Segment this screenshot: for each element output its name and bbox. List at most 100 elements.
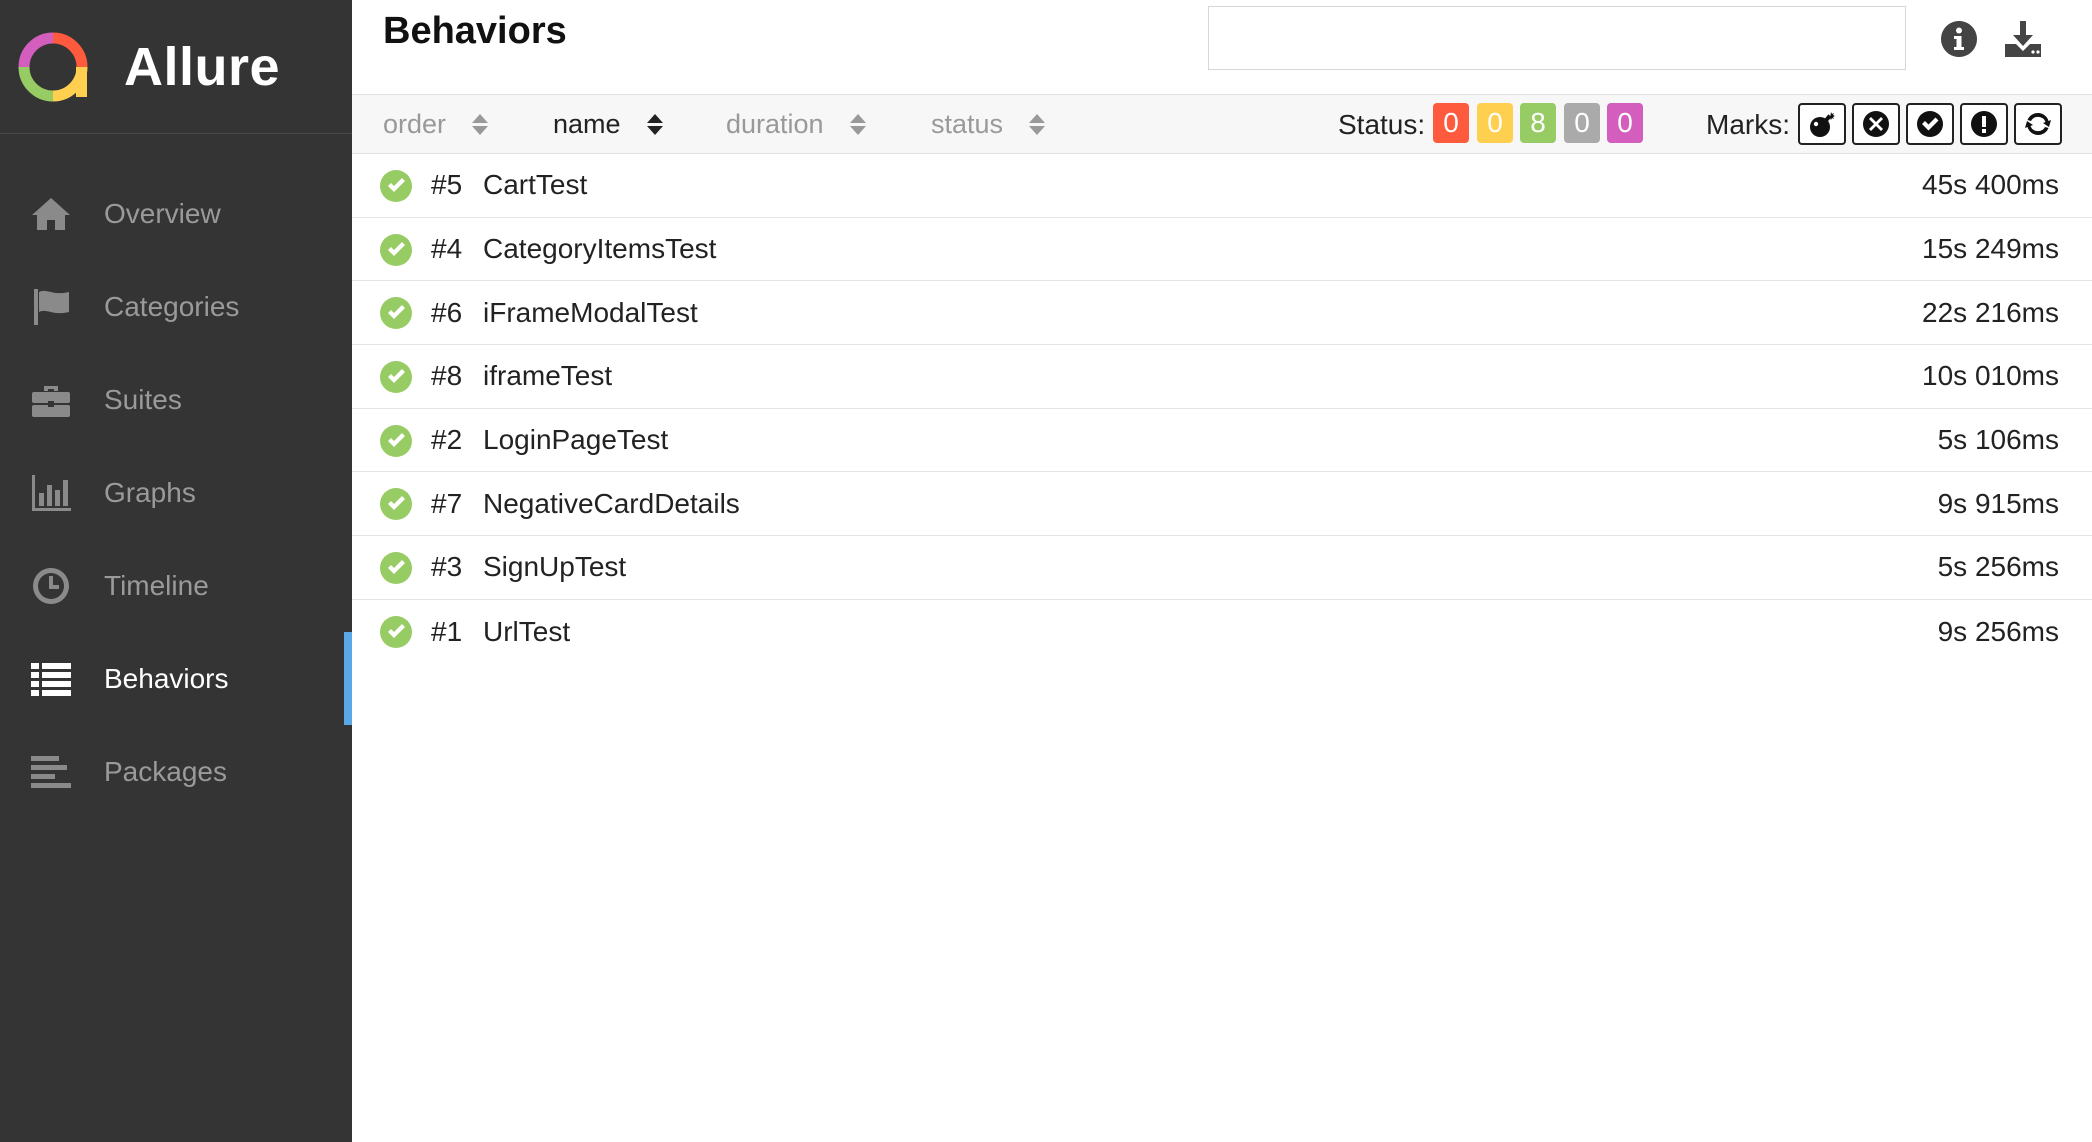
mark-new-broken-toggle[interactable] [1960,103,2008,145]
test-duration: 9s 256ms [1937,615,2059,647]
sidebar-item-label: Overview [104,197,221,229]
table-row[interactable]: #3 SignUpTest 5s 256ms [352,536,2092,600]
sort-icon [472,114,489,135]
test-order: #3 [431,551,463,583]
passed-check-icon [380,170,412,202]
table-row[interactable]: #8 iframeTest 10s 010ms [352,345,2092,409]
sidebar-item-categories[interactable]: Categories [0,260,352,353]
test-duration: 15s 249ms [1922,233,2059,265]
sort-status[interactable]: status [931,95,1046,154]
test-list: #5 CartTest 45s 400ms #4 CategoryItemsTe… [352,154,2092,664]
sort-order[interactable]: order [383,95,489,154]
test-order: #5 [431,169,463,201]
test-name: SignUpTest [483,551,627,583]
table-row[interactable]: #2 LoginPageTest 5s 106ms [352,409,2092,473]
status-passed-toggle[interactable]: 8 [1520,103,1556,143]
sidebar-item-label: Behaviors [104,662,229,694]
passed-check-icon [380,361,412,394]
status-broken-toggle[interactable]: 0 [1477,103,1513,143]
status-skipped-toggle[interactable]: 0 [1564,103,1600,143]
new-passed-icon [1917,111,1943,137]
download-button[interactable] [1998,14,2048,64]
status-failed-toggle[interactable]: 0 [1433,103,1469,143]
sidebar-item-overview[interactable]: Overview [0,167,352,260]
sort-label: order [383,109,447,139]
passed-check-icon [380,488,412,521]
sidebar-item-label: Categories [104,290,240,322]
test-name: NegativeCardDetails [483,487,740,519]
test-duration: 22s 216ms [1922,296,2059,328]
test-order: #8 [431,360,463,392]
sort-duration[interactable]: duration [726,95,866,154]
test-duration: 10s 010ms [1922,360,2059,392]
test-name: LoginPageTest [483,424,669,456]
retries-icon [2025,112,2051,136]
brand-name: Allure [124,36,281,97]
search-input[interactable] [1208,6,1906,70]
sidebar-item-label: Suites [104,383,182,415]
sort-name[interactable]: name [553,95,663,154]
test-duration: 5s 106ms [1937,424,2059,456]
sort-icon [1029,114,1046,135]
test-order: #4 [431,233,463,265]
home-icon [28,191,74,237]
table-row[interactable]: #7 NegativeCardDetails 9s 915ms [352,472,2092,537]
test-order: #2 [431,424,463,456]
status-filter-label: Status: [1338,108,1426,140]
passed-check-icon [380,424,412,457]
allure-logo-icon [18,32,88,101]
table-row[interactable]: #1 UrlTest 9s 256ms [352,600,2092,664]
passed-check-icon [380,615,412,648]
bar-chart-icon [28,470,74,516]
sidebar-nav: Overview Categories Suites Graphs Timeli… [0,167,352,818]
marks-filter-label: Marks: [1706,108,1790,140]
mark-retries-toggle[interactable] [2014,103,2062,145]
status-unknown-toggle[interactable]: 0 [1607,103,1643,143]
briefcase-icon [28,377,74,423]
sort-icon [849,114,866,135]
passed-check-icon [380,552,412,585]
sidebar-item-label: Graphs [104,476,196,508]
test-name: CategoryItemsTest [483,233,717,265]
sort-label: status [931,109,1004,139]
mark-flaky-toggle[interactable] [1798,103,1846,145]
test-name: UrlTest [483,615,571,647]
mark-new-failed-toggle[interactable] [1852,103,1900,145]
page-title: Behaviors [383,10,567,52]
test-name: iFrameModalTest [483,296,698,328]
sidebar-item-behaviors[interactable]: Behaviors [0,632,352,725]
test-order: #7 [431,487,463,519]
toolbar: order name duration status Status: 0 0 8… [352,95,2092,154]
passed-check-icon [380,233,412,266]
test-order: #6 [431,296,463,328]
flag-icon [28,284,74,330]
sidebar-item-packages[interactable]: Packages [0,725,352,818]
test-name: iframeTest [483,360,613,392]
passed-check-icon [380,297,412,330]
list-icon [28,656,74,702]
sidebar-item-label: Packages [104,755,227,787]
sidebar-item-timeline[interactable]: Timeline [0,539,352,632]
align-left-icon [28,749,74,795]
new-broken-icon [1971,111,1997,137]
sidebar-item-graphs[interactable]: Graphs [0,446,352,539]
info-button[interactable] [1934,14,1984,64]
sort-icon [646,114,663,135]
sidebar-item-suites[interactable]: Suites [0,353,352,446]
test-duration: 5s 256ms [1937,551,2059,583]
sort-label: name [553,109,621,139]
sidebar: Allure Overview Categories Suites Graphs [0,0,352,1142]
new-failed-icon [1863,111,1889,137]
test-duration: 45s 400ms [1922,169,2059,201]
table-row[interactable]: #4 CategoryItemsTest 15s 249ms [352,218,2092,282]
info-icon [1941,21,1978,57]
brand[interactable]: Allure [0,0,352,134]
test-order: #1 [431,615,463,647]
sidebar-item-label: Timeline [104,569,209,601]
clock-icon [28,563,74,609]
table-row[interactable]: #6 iFrameModalTest 22s 216ms [352,281,2092,346]
sort-label: duration [726,109,824,139]
page-header: Behaviors [352,0,2092,95]
table-row[interactable]: #5 CartTest 45s 400ms [352,154,2092,218]
mark-new-passed-toggle[interactable] [1906,103,1954,145]
